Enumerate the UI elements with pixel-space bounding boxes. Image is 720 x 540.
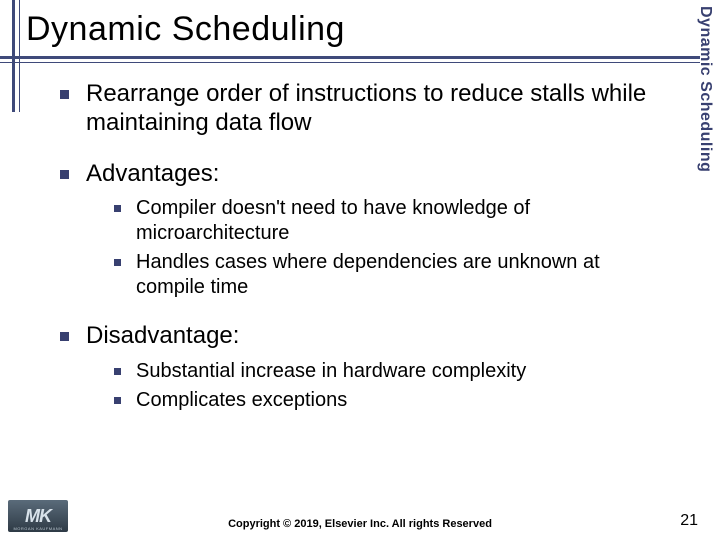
sub-bullet-text: Handles cases where dependencies are unk…	[136, 251, 600, 298]
title-area: Dynamic Scheduling	[0, 0, 720, 49]
sub-bullet-item: Complicates exceptions	[114, 388, 660, 413]
section-label-vertical: Dynamic Scheduling	[696, 6, 714, 172]
sub-bullet-text: Substantial increase in hardware complex…	[136, 360, 526, 382]
sub-bullet-text: Complicates exceptions	[136, 389, 347, 411]
sub-bullet-item: Handles cases where dependencies are unk…	[114, 250, 660, 300]
slide-title: Dynamic Scheduling	[18, 10, 720, 49]
copyright-footer: Copyright © 2019, Elsevier Inc. All righ…	[0, 518, 720, 530]
sub-bullet-item: Substantial increase in hardware complex…	[114, 359, 660, 384]
sub-bullet-item: Compiler doesn't need to have knowledge …	[114, 196, 660, 246]
bullet-text: Disadvantage:	[86, 322, 239, 349]
title-underline-thin	[0, 62, 700, 63]
bullet-item: Advantages: Compiler doesn't need to hav…	[60, 160, 660, 301]
page-number: 21	[680, 512, 698, 530]
sub-bullet-list: Substantial increase in hardware complex…	[86, 359, 660, 413]
slide: Dynamic Scheduling Dynamic Scheduling Re…	[0, 0, 720, 540]
slide-body: Rearrange order of instructions to reduc…	[40, 80, 660, 435]
bullet-item: Disadvantage: Substantial increase in ha…	[60, 322, 660, 413]
title-underline-thick	[0, 56, 700, 59]
bullet-text: Rearrange order of instructions to reduc…	[86, 80, 646, 136]
bullet-item: Rearrange order of instructions to reduc…	[60, 80, 660, 138]
bullet-list: Rearrange order of instructions to reduc…	[40, 80, 660, 413]
sub-bullet-text: Compiler doesn't need to have knowledge …	[136, 197, 530, 244]
sub-bullet-list: Compiler doesn't need to have knowledge …	[86, 196, 660, 300]
bullet-text: Advantages:	[86, 160, 219, 187]
